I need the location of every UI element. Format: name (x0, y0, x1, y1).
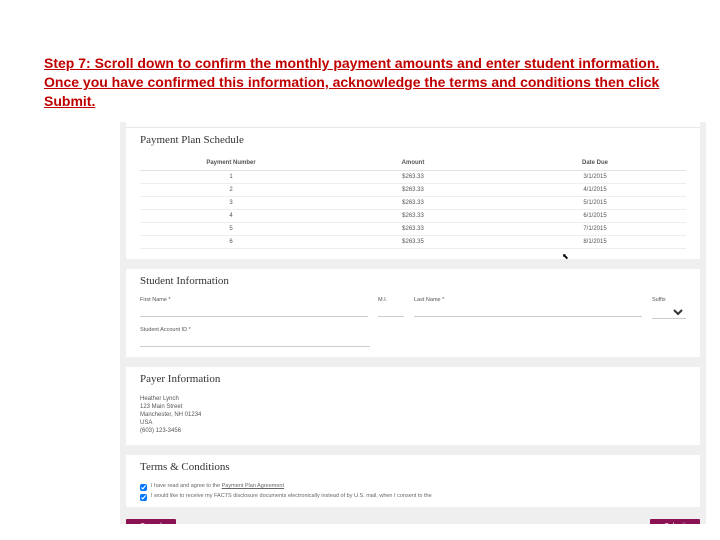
table-cell: 7/1/2015 (504, 223, 686, 236)
footer-bar: Cancel Submit (120, 517, 706, 524)
payment-schedule-table: Payment Number Amount Date Due 1$263.333… (140, 156, 686, 249)
first-name-input[interactable] (140, 305, 368, 317)
payer-information-panel: Payer Information Heather Lynch123 Main … (126, 367, 700, 445)
table-row: 1$263.333/1/2015 (140, 171, 686, 184)
student-info-title: Student Information (140, 275, 686, 291)
mi-input[interactable] (378, 305, 404, 317)
table-row: 6$263.358/1/2015 (140, 236, 686, 249)
table-cell: $263.33 (322, 184, 504, 197)
table-row: 5$263.337/1/2015 (140, 223, 686, 236)
table-cell: 1 (140, 171, 322, 184)
payer-info-title: Payer Information (140, 373, 686, 389)
table-cell: $263.33 (322, 223, 504, 236)
terms-line-1: I have read and agree to the Payment Pla… (151, 483, 284, 489)
suffix-label: Suffix (652, 297, 686, 303)
payer-line: Manchester, NH 01234 (140, 411, 686, 419)
table-cell: 8/1/2015 (504, 236, 686, 249)
cursor-icon: ⬉ (562, 252, 569, 261)
table-cell: 5/1/2015 (504, 197, 686, 210)
student-account-id-label: Student Account ID * (140, 327, 370, 333)
table-cell: 5 (140, 223, 322, 236)
payment-plan-agreement-link[interactable]: Payment Plan Agreement (222, 483, 284, 489)
table-row: 4$263.336/1/2015 (140, 210, 686, 223)
terms-line-1-prefix: I have read and agree to the (151, 483, 222, 489)
table-cell: $263.33 (322, 171, 504, 184)
table-cell: $263.33 (322, 210, 504, 223)
embedded-screenshot: Payment Plan Schedule Payment Number Amo… (120, 122, 706, 524)
first-name-label: First Name * (140, 297, 368, 303)
payer-line: Heather Lynch (140, 395, 686, 403)
suffix-select[interactable] (652, 305, 686, 319)
student-information-panel: Student Information First Name * M.I. La… (126, 269, 700, 357)
last-name-input[interactable] (414, 305, 642, 317)
table-cell: 3 (140, 197, 322, 210)
table-cell: $263.35 (322, 236, 504, 249)
payment-plan-schedule-panel: Payment Plan Schedule Payment Number Amo… (126, 128, 700, 259)
step-label: Step 7: Scroll down to confirm the month… (44, 55, 659, 109)
table-row: 2$263.334/1/2015 (140, 184, 686, 197)
table-cell: 2 (140, 184, 322, 197)
table-cell: 4/1/2015 (504, 184, 686, 197)
terms-title: Terms & Conditions (140, 461, 686, 477)
student-account-id-input[interactable] (140, 335, 370, 347)
payer-address-block: Heather Lynch123 Main StreetManchester, … (140, 395, 686, 435)
edisclosure-checkbox[interactable] (140, 494, 147, 501)
payment-schedule-title: Payment Plan Schedule (140, 134, 686, 150)
agree-checkbox[interactable] (140, 484, 147, 491)
col-date-due: Date Due (504, 156, 686, 171)
last-name-label: Last Name * (414, 297, 642, 303)
terms-line-2: I would like to receive my FACTS disclos… (151, 493, 432, 499)
table-cell: 6/1/2015 (504, 210, 686, 223)
col-amount: Amount (322, 156, 504, 171)
table-row: 3$263.335/1/2015 (140, 197, 686, 210)
table-cell: 6 (140, 236, 322, 249)
payer-line: USA (140, 419, 686, 427)
payer-line: (603) 123-3456 (140, 427, 686, 435)
col-payment-number: Payment Number (140, 156, 322, 171)
table-cell: 4 (140, 210, 322, 223)
table-header-row: Payment Number Amount Date Due (140, 156, 686, 171)
terms-and-conditions-panel: Terms & Conditions I have read and agree… (126, 455, 700, 507)
submit-button[interactable]: Submit (650, 519, 700, 524)
cancel-button[interactable]: Cancel (126, 519, 176, 524)
step-instruction: Step 7: Scroll down to confirm the month… (44, 54, 684, 111)
mi-label: M.I. (378, 297, 404, 303)
table-cell: 3/1/2015 (504, 171, 686, 184)
payer-line: 123 Main Street (140, 403, 686, 411)
table-cell: $263.33 (322, 197, 504, 210)
